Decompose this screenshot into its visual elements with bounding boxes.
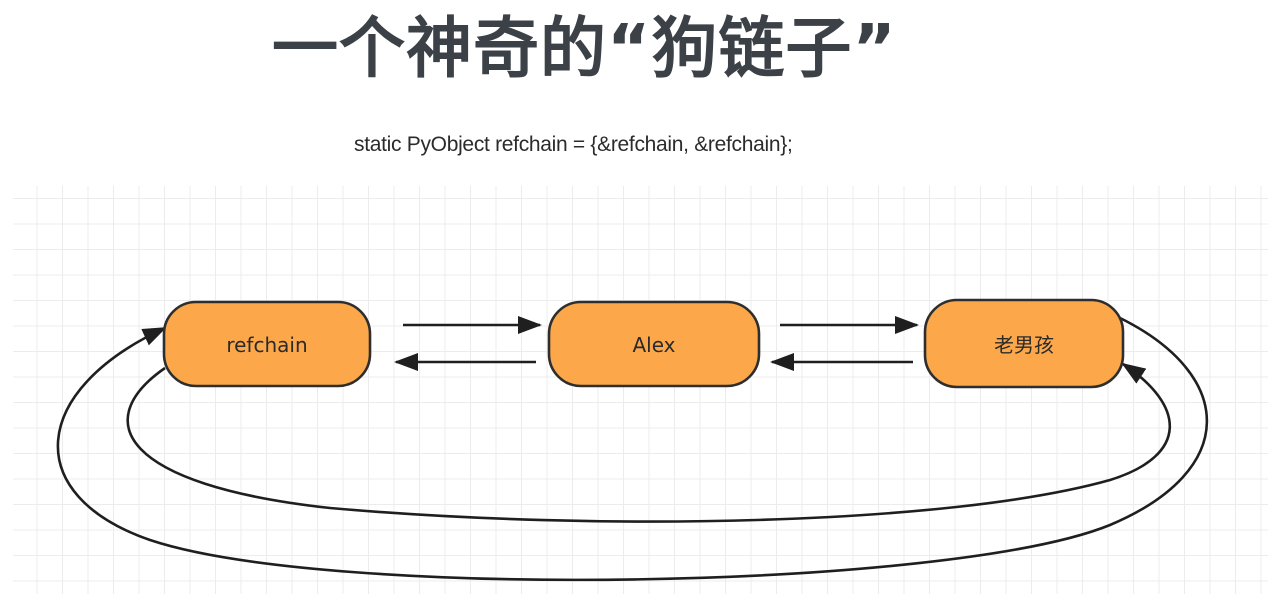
node-oldboy: 老男孩	[923, 298, 1125, 389]
node-alex: Alex	[547, 300, 761, 388]
node-alex-label: Alex	[632, 333, 675, 357]
linked-list-diagram: refchain Alex 老男孩	[56, 298, 1209, 582]
node-oldboy-label: 老男孩	[994, 333, 1054, 357]
node-refchain: refchain	[162, 300, 372, 388]
node-refchain-label: refchain	[226, 333, 307, 357]
